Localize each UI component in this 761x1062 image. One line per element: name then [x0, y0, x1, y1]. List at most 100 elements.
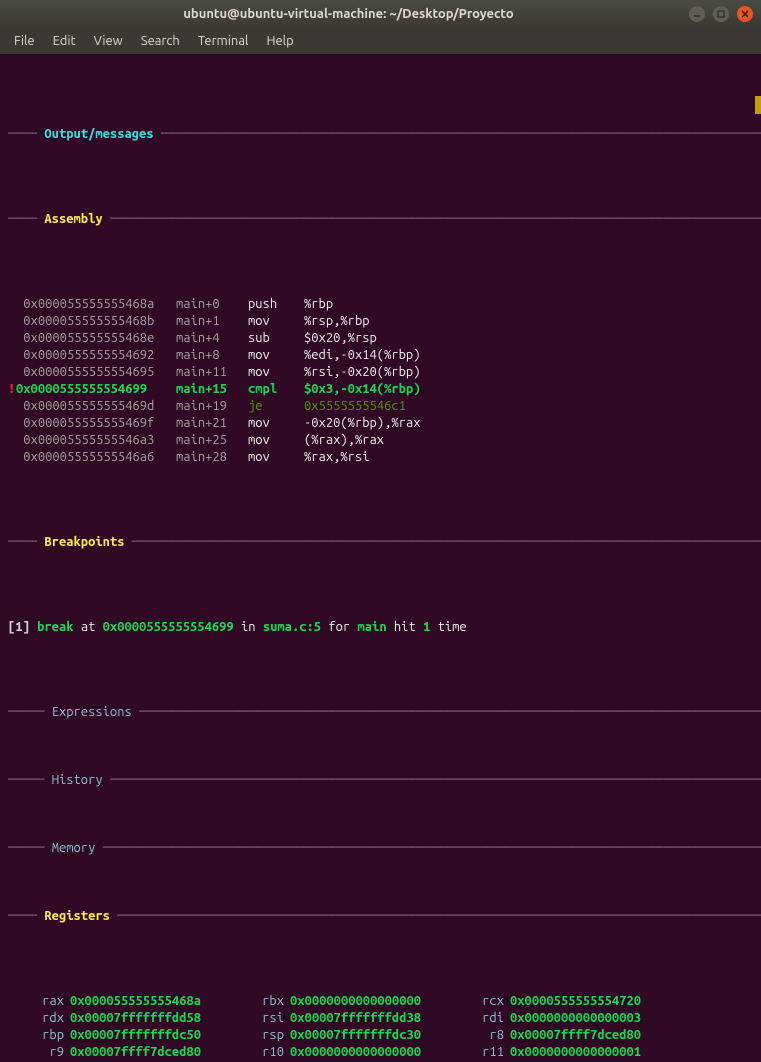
- section-expressions: ───── Expressions ──────────────────────…: [8, 704, 753, 721]
- assembly-row: 0x00005555555546a3main+25mov(%rax),%rax: [8, 432, 753, 449]
- register-name: r13: [228, 1061, 284, 1062]
- register-value: 0x00007fffffffdd58: [64, 1010, 216, 1027]
- asm-opcode: mov: [248, 432, 304, 449]
- asm-symbol: main+4: [176, 330, 248, 347]
- menu-view[interactable]: View: [86, 30, 131, 53]
- menu-search[interactable]: Search: [133, 30, 188, 53]
- register-name: r10: [228, 1044, 284, 1061]
- assembly-row: 0x0000555555554695main+11mov%rsi,-0x20(%…: [8, 364, 753, 381]
- register-name: rax: [8, 993, 64, 1010]
- section-memory: ───── Memory ───────────────────────────…: [8, 840, 753, 857]
- minimize-button[interactable]: [689, 6, 705, 22]
- terminal-output[interactable]: ──── Output/messages ───────────────────…: [0, 54, 761, 1062]
- register-value: 0x00007fffffffdd30: [284, 1061, 436, 1062]
- section-output-messages: ──── Output/messages ───────────────────…: [8, 126, 753, 143]
- assembly-row: 0x000055555555468amain+0push%rbp: [8, 296, 753, 313]
- register-name: r8: [448, 1027, 504, 1044]
- asm-operands: -0x20(%rbp),%rax: [304, 415, 420, 432]
- register-name: rbp: [8, 1027, 64, 1044]
- asm-opcode: mov: [248, 449, 304, 466]
- menu-file[interactable]: File: [6, 30, 43, 53]
- asm-symbol: main+19: [176, 398, 248, 415]
- asm-address: 0x000055555555468a: [16, 296, 176, 313]
- register-value: 0x0000000000000001: [504, 1044, 656, 1061]
- register-name: r11: [448, 1044, 504, 1061]
- registers-listing: rax0x000055555555468a rbx0x0000000000000…: [8, 993, 753, 1062]
- register-row: rax0x000055555555468a rbx0x0000000000000…: [8, 993, 753, 1010]
- maximize-button[interactable]: [713, 6, 729, 22]
- register-value: 0x0000000000000000: [504, 1061, 656, 1062]
- asm-symbol: main+1: [176, 313, 248, 330]
- asm-operands: %rax,%rsi: [304, 449, 370, 466]
- register-value: 0x00007ffff7dced80: [504, 1027, 656, 1044]
- asm-symbol: main+28: [176, 449, 248, 466]
- asm-operands: (%rax),%rax: [304, 432, 384, 449]
- asm-opcode: sub: [248, 330, 304, 347]
- asm-address: 0x000055555555469d: [16, 398, 176, 415]
- asm-operands: $0x20,%rsp: [304, 330, 377, 347]
- assembly-row: 0x000055555555468emain+4sub$0x20,%rsp: [8, 330, 753, 347]
- register-value: 0x000055555555468a: [64, 993, 216, 1010]
- asm-symbol: main+15: [176, 381, 248, 398]
- register-name: r14: [448, 1061, 504, 1062]
- asm-opcode: mov: [248, 347, 304, 364]
- assembly-row: 0x0000555555554692main+8mov%edi,-0x14(%r…: [8, 347, 753, 364]
- asm-address: 0x0000555555554699: [16, 381, 176, 398]
- register-value: 0x00007fffffffdc50: [64, 1027, 216, 1044]
- register-name: rdi: [448, 1010, 504, 1027]
- asm-address: 0x00005555555546a6: [16, 449, 176, 466]
- assembly-row: 0x000055555555468bmain+1mov%rsp,%rbp: [8, 313, 753, 330]
- asm-symbol: main+11: [176, 364, 248, 381]
- asm-symbol: main+25: [176, 432, 248, 449]
- register-value: 0x0000555555554720: [504, 993, 656, 1010]
- register-value: 0x00007fffffffdd38: [284, 1010, 436, 1027]
- assembly-row: 0x000055555555469fmain+21mov-0x20(%rbp),…: [8, 415, 753, 432]
- register-row: rdx0x00007fffffffdd58 rsi0x00007fffffffd…: [8, 1010, 753, 1027]
- asm-opcode: mov: [248, 313, 304, 330]
- register-row: r90x00007ffff7dced80 r100x00000000000000…: [8, 1044, 753, 1061]
- register-value: 0x00007fffffffdc30: [284, 1027, 436, 1044]
- asm-address: 0x000055555555468b: [16, 313, 176, 330]
- menu-terminal[interactable]: Terminal: [190, 30, 257, 53]
- register-name: r9: [8, 1044, 64, 1061]
- asm-opcode: push: [248, 296, 304, 313]
- asm-operands: 0x5555555546c1: [304, 398, 413, 415]
- menu-help[interactable]: Help: [258, 30, 301, 53]
- register-value: 0x0000000000000003: [504, 1010, 656, 1027]
- register-value: 0x00007ffff7dced80: [64, 1044, 216, 1061]
- register-value: 0x0000000000000000: [284, 1044, 436, 1061]
- right-indicator: [755, 96, 761, 114]
- asm-symbol: main+8: [176, 347, 248, 364]
- asm-address: 0x00005555555546a3: [16, 432, 176, 449]
- assembly-row: !0x0000555555554699main+15cmpl$0x3,-0x14…: [8, 381, 753, 398]
- asm-opcode: mov: [248, 364, 304, 381]
- breakpoint-entry: [1] break at 0x0000555555554699 in suma.…: [8, 619, 753, 636]
- register-name: r12: [8, 1061, 64, 1062]
- section-breakpoints: ──── Breakpoints ───────────────────────…: [8, 534, 753, 551]
- asm-address: 0x0000555555554695: [16, 364, 176, 381]
- register-name: rbx: [228, 993, 284, 1010]
- asm-opcode: cmpl: [248, 381, 304, 398]
- asm-symbol: main+0: [176, 296, 248, 313]
- register-name: rcx: [448, 993, 504, 1010]
- asm-address: 0x000055555555469f: [16, 415, 176, 432]
- asm-operands: %edi,-0x14(%rbp): [304, 347, 420, 364]
- asm-operands: $0x3,-0x14(%rbp): [304, 381, 420, 398]
- assembly-row: 0x000055555555469dmain+19je0x5555555546c…: [8, 398, 753, 415]
- asm-opcode: mov: [248, 415, 304, 432]
- menubar: File Edit View Search Terminal Help: [0, 28, 761, 54]
- register-row: r120x0000555555554580 r130x00007fffffffd…: [8, 1061, 753, 1062]
- register-value: 0x0000555555554580: [64, 1061, 216, 1062]
- register-name: rsp: [228, 1027, 284, 1044]
- asm-operands: %rsi,-0x20(%rbp): [304, 364, 420, 381]
- section-registers: ──── Registers ─────────────────────────…: [8, 908, 753, 925]
- register-name: rdx: [8, 1010, 64, 1027]
- section-assembly: ──── Assembly ──────────────────────────…: [8, 211, 753, 228]
- register-value: 0x0000000000000000: [284, 993, 436, 1010]
- close-button[interactable]: [737, 6, 753, 22]
- window-titlebar: ubuntu@ubuntu-virtual-machine: ~/Desktop…: [0, 0, 761, 28]
- menu-edit[interactable]: Edit: [45, 30, 84, 53]
- asm-address: 0x000055555555468e: [16, 330, 176, 347]
- register-name: rsi: [228, 1010, 284, 1027]
- asm-operands: %rsp,%rbp: [304, 313, 370, 330]
